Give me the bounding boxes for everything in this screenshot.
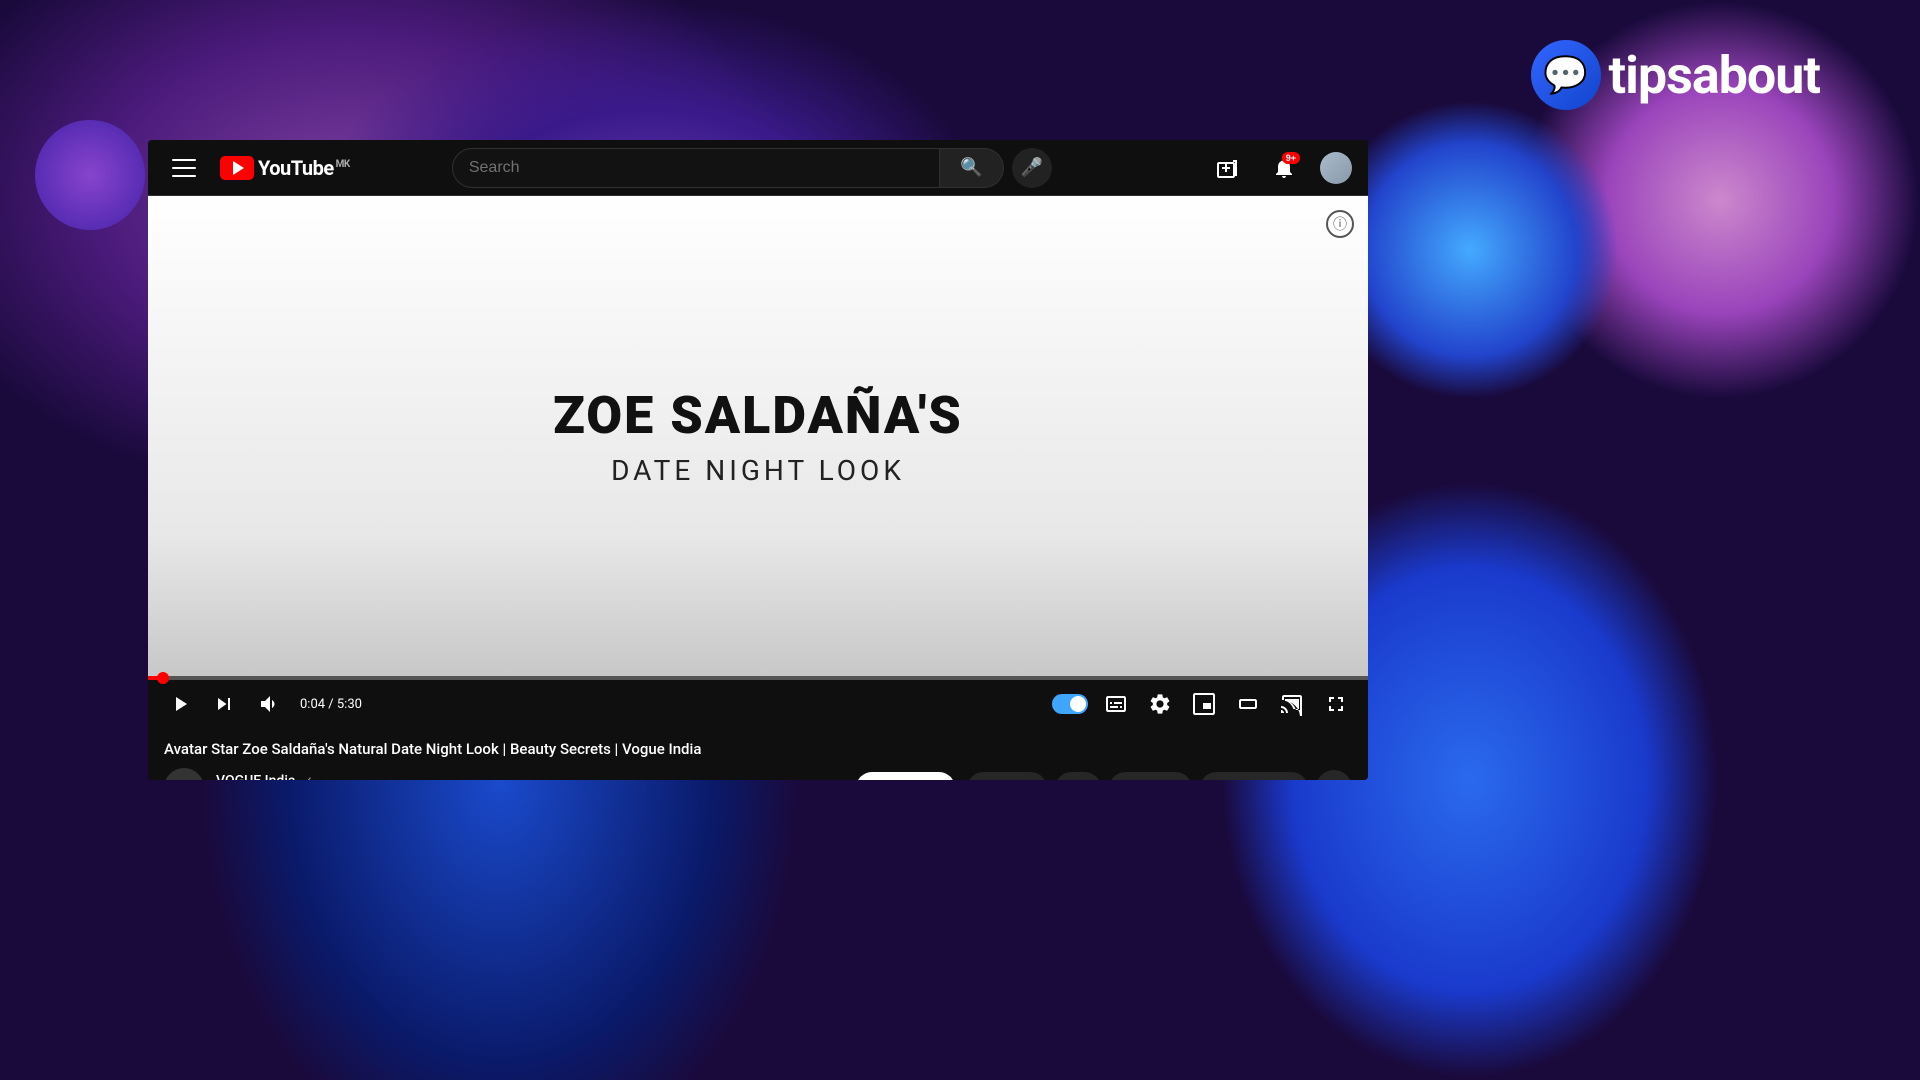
verified-checkmark: ✓ bbox=[303, 774, 313, 780]
notifications-badge: 9+ bbox=[1282, 152, 1300, 164]
search-button[interactable]: 🔍 bbox=[940, 148, 1004, 188]
create-button[interactable] bbox=[1208, 148, 1248, 188]
create-icon bbox=[1216, 156, 1240, 180]
more-actions-button[interactable]: ⋯ bbox=[1316, 770, 1352, 780]
settings-icon bbox=[1148, 692, 1172, 716]
video-page-title: Avatar Star Zoe Saldaña's Natural Date N… bbox=[164, 740, 1352, 758]
fullscreen-button[interactable] bbox=[1320, 688, 1352, 720]
tipsabout-logo: tipsabout bbox=[1531, 40, 1820, 110]
thumbs-up-icon: 👍 bbox=[981, 780, 998, 781]
subtitles-button[interactable] bbox=[1100, 688, 1132, 720]
subtitles-icon bbox=[1104, 692, 1128, 716]
cast-icon bbox=[1280, 692, 1304, 716]
volume-icon bbox=[256, 692, 280, 716]
video-sub-title: DATE NIGHT LOOK bbox=[553, 454, 963, 487]
video-title-overlay: ZOE SALDAÑA'S DATE NIGHT LOOK bbox=[553, 385, 963, 487]
youtube-logo[interactable]: YouTubeMK bbox=[220, 156, 350, 180]
time-display: 0:04 / 5:30 bbox=[300, 697, 362, 712]
cast-button[interactable] bbox=[1276, 688, 1308, 720]
tipsabout-text: tipsabout bbox=[1609, 45, 1820, 106]
like-button[interactable]: 👍 1.4K bbox=[967, 772, 1047, 781]
youtube-container: YouTubeMK 🔍 🎤 9+ ZOE SA bbox=[148, 140, 1368, 780]
subscribe-button[interactable]: Subscribe bbox=[856, 772, 956, 780]
download-icon: ⬇ bbox=[1214, 780, 1226, 781]
youtube-header: YouTubeMK 🔍 🎤 9+ bbox=[148, 140, 1368, 196]
share-icon: ↗ bbox=[1123, 780, 1135, 781]
decorative-circle bbox=[35, 120, 145, 230]
youtube-logo-text: YouTubeMK bbox=[258, 156, 350, 180]
more-icon: ⋯ bbox=[1326, 778, 1342, 780]
video-player[interactable]: ZOE SALDAÑA'S DATE NIGHT LOOK ⓘ bbox=[148, 196, 1368, 676]
user-avatar[interactable] bbox=[1320, 152, 1352, 184]
progress-bar[interactable] bbox=[148, 676, 1368, 680]
hamburger-icon bbox=[172, 159, 196, 177]
theater-icon bbox=[1236, 692, 1260, 716]
next-button[interactable] bbox=[208, 688, 240, 720]
video-info-button[interactable]: ⓘ bbox=[1326, 210, 1354, 238]
youtube-logo-icon bbox=[220, 156, 254, 180]
search-container: 🔍 🎤 bbox=[452, 148, 1052, 188]
next-icon bbox=[212, 692, 236, 716]
notifications-button[interactable]: 9+ bbox=[1264, 148, 1304, 188]
tipsabout-icon bbox=[1531, 40, 1601, 110]
channel-name: VOGUE India ✓ bbox=[216, 773, 844, 780]
play-icon bbox=[168, 692, 192, 716]
volume-button[interactable] bbox=[252, 688, 284, 720]
channel-row: V VOGUE India ✓ 554K subscribers Subscri… bbox=[164, 768, 1352, 780]
voice-search-button[interactable]: 🎤 bbox=[1012, 148, 1052, 188]
thumbs-down-icon: 👎 bbox=[1069, 780, 1086, 781]
header-right-actions: 9+ bbox=[1208, 148, 1352, 188]
autoplay-toggle-dot bbox=[1070, 696, 1086, 712]
autoplay-toggle[interactable] bbox=[1052, 694, 1088, 714]
menu-button[interactable] bbox=[164, 148, 204, 188]
miniplayer-button[interactable] bbox=[1188, 688, 1220, 720]
video-info-bar: Avatar Star Zoe Saldaña's Natural Date N… bbox=[148, 728, 1368, 780]
download-button[interactable]: ⬇ Download bbox=[1200, 772, 1308, 781]
channel-info: VOGUE India ✓ 554K subscribers bbox=[216, 773, 844, 780]
fullscreen-icon bbox=[1324, 692, 1348, 716]
play-button[interactable] bbox=[164, 688, 196, 720]
search-input[interactable] bbox=[452, 148, 940, 188]
progress-dot bbox=[157, 672, 169, 684]
settings-button[interactable] bbox=[1144, 688, 1176, 720]
action-buttons: 👍 1.4K 👎 ↗ Share ⬇ Download ⋯ bbox=[967, 770, 1352, 780]
miniplayer-icon bbox=[1192, 692, 1216, 716]
share-button[interactable]: ↗ Share bbox=[1109, 772, 1192, 781]
controls-bar: 0:04 / 5:30 bbox=[148, 680, 1368, 728]
channel-avatar: V bbox=[164, 768, 204, 780]
video-main-title: ZOE SALDAÑA'S bbox=[553, 385, 963, 446]
dislike-button[interactable]: 👎 bbox=[1055, 772, 1100, 781]
theater-button[interactable] bbox=[1232, 688, 1264, 720]
